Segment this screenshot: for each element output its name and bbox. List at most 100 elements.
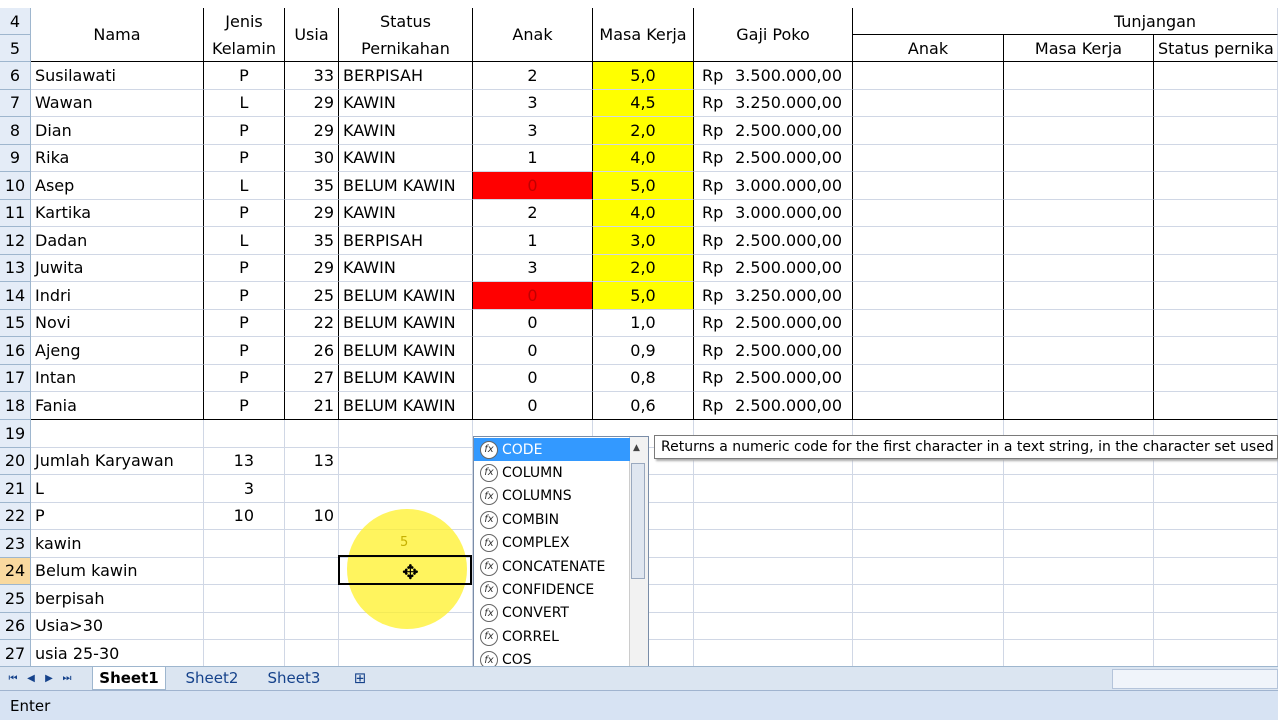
cell[interactable] — [853, 502, 1004, 530]
cell-masa-kerja[interactable]: 5,0 — [593, 172, 694, 200]
cell-usia[interactable]: 35 — [285, 172, 339, 200]
cell-summary-c[interactable] — [285, 585, 339, 613]
cell-nama[interactable]: Juwita — [31, 254, 204, 282]
cell[interactable] — [339, 640, 473, 668]
cell-tunjangan-status[interactable] — [1154, 337, 1278, 365]
cell[interactable] — [694, 640, 853, 668]
cell[interactable] — [694, 612, 853, 640]
cell[interactable] — [853, 612, 1004, 640]
cell-jenis-kelamin[interactable]: L — [204, 227, 285, 255]
cell-summary-label[interactable]: Usia>30 — [31, 612, 204, 640]
cell-jenis-kelamin[interactable]: P — [204, 199, 285, 227]
autocomplete-item[interactable]: fx CONFIDENCE — [474, 578, 630, 601]
cell-anak[interactable]: 2 — [473, 62, 593, 90]
cell-tunjangan-anak[interactable] — [853, 364, 1004, 392]
cell-summary-b[interactable]: 13 — [204, 447, 285, 475]
cell-jenis-kelamin[interactable]: P — [204, 144, 285, 172]
cell-usia[interactable]: 29 — [285, 254, 339, 282]
cell-usia[interactable]: 29 — [285, 117, 339, 145]
cell-nama[interactable]: Indri — [31, 282, 204, 310]
insert-sheet-icon[interactable]: ⊞ — [346, 667, 374, 689]
header-status-bottom[interactable]: Pernikahan — [339, 35, 473, 62]
cell-status[interactable]: BELUM KAWIN — [339, 392, 473, 420]
cell[interactable] — [694, 502, 853, 530]
row-header[interactable]: 10 — [0, 172, 31, 200]
cell-usia[interactable]: 21 — [285, 392, 339, 420]
cell-status[interactable]: BELUM KAWIN — [339, 282, 473, 310]
cell-usia[interactable]: 22 — [285, 309, 339, 337]
cell-nama[interactable]: Intan — [31, 364, 204, 392]
cell-masa-kerja[interactable]: 1,0 — [593, 309, 694, 337]
cell-anak[interactable]: 0 — [473, 337, 593, 365]
header-tunjangan-status[interactable]: Status pernika — [1154, 35, 1278, 62]
cell-summary-label[interactable]: Belum kawin — [31, 557, 204, 585]
autocomplete-item[interactable]: fx CONCATENATE — [474, 555, 630, 578]
cell-status[interactable]: KAWIN — [339, 199, 473, 227]
cell[interactable] — [853, 585, 1004, 613]
cell-tunjangan-status[interactable] — [1154, 199, 1278, 227]
row-header[interactable]: 8 — [0, 117, 31, 145]
cell-tunjangan-masa-kerja[interactable] — [1004, 282, 1154, 310]
horizontal-scrollbar[interactable] — [1112, 669, 1278, 689]
cell-nama[interactable]: Fania — [31, 392, 204, 420]
cell-tunjangan-masa-kerja[interactable] — [1004, 364, 1154, 392]
cell-tunjangan-status[interactable] — [1154, 172, 1278, 200]
autocomplete-item[interactable]: fx CODE — [474, 438, 630, 461]
cell-jenis-kelamin[interactable]: P — [204, 117, 285, 145]
cell-gaji[interactable]: Rp 3.000.000,00 — [694, 199, 853, 227]
row-header[interactable]: 11 — [0, 199, 31, 227]
cell-tunjangan-status[interactable] — [1154, 144, 1278, 172]
cell-masa-kerja[interactable]: 4,0 — [593, 144, 694, 172]
cell-summary-label[interactable] — [31, 420, 204, 448]
cell-nama[interactable]: Rika — [31, 144, 204, 172]
row-header[interactable]: 9 — [0, 144, 31, 172]
cell-jenis-kelamin[interactable]: P — [204, 282, 285, 310]
cell-anak[interactable]: 1 — [473, 227, 593, 255]
row-header[interactable]: 14 — [0, 282, 31, 310]
first-sheet-icon[interactable]: ⏮ — [6, 671, 20, 685]
cell-jenis-kelamin[interactable]: L — [204, 89, 285, 117]
cell-tunjangan-anak[interactable] — [853, 117, 1004, 145]
cell[interactable] — [1154, 475, 1278, 503]
header-status-top[interactable]: Status — [339, 8, 473, 35]
cell[interactable] — [1004, 640, 1154, 668]
cell-summary-label[interactable]: usia 25-30 — [31, 640, 204, 668]
cell-usia[interactable]: 30 — [285, 144, 339, 172]
last-sheet-icon[interactable]: ⏭ — [60, 671, 74, 685]
cell-nama[interactable]: Kartika — [31, 199, 204, 227]
cell-tunjangan-status[interactable] — [1154, 89, 1278, 117]
cell-jenis-kelamin[interactable]: P — [204, 309, 285, 337]
cell-summary-c[interactable] — [285, 420, 339, 448]
cell-tunjangan-masa-kerja[interactable] — [1004, 62, 1154, 90]
cell-masa-kerja[interactable]: 4,5 — [593, 89, 694, 117]
row-header[interactable]: 21 — [0, 475, 31, 503]
cell-masa-kerja[interactable]: 4,0 — [593, 199, 694, 227]
autocomplete-item[interactable]: fx CORREL — [474, 625, 630, 648]
row-header[interactable]: 16 — [0, 337, 31, 365]
cell-nama[interactable]: Wawan — [31, 89, 204, 117]
row-header[interactable]: 17 — [0, 364, 31, 392]
cell-anak[interactable]: 3 — [473, 89, 593, 117]
row-header[interactable]: 27 — [0, 640, 31, 668]
cell-jenis-kelamin[interactable]: P — [204, 254, 285, 282]
cell[interactable] — [694, 557, 853, 585]
cell-anak[interactable]: 0 — [473, 364, 593, 392]
autocomplete-item[interactable]: fx COMPLEX — [474, 532, 630, 555]
cell-tunjangan-masa-kerja[interactable] — [1004, 392, 1154, 420]
cell-jenis-kelamin[interactable]: P — [204, 62, 285, 90]
cell-masa-kerja[interactable]: 5,0 — [593, 282, 694, 310]
cell[interactable] — [853, 530, 1004, 558]
cell-usia[interactable]: 29 — [285, 199, 339, 227]
cell-tunjangan-masa-kerja[interactable] — [1004, 172, 1154, 200]
row-header[interactable]: 5 — [0, 35, 31, 62]
row-header[interactable]: 22 — [0, 502, 31, 530]
cell-anak[interactable]: 0 — [473, 392, 593, 420]
cell-masa-kerja[interactable]: 2,0 — [593, 254, 694, 282]
cell[interactable] — [1004, 475, 1154, 503]
cell-masa-kerja[interactable]: 5,0 — [593, 62, 694, 90]
cell-usia[interactable]: 26 — [285, 337, 339, 365]
cell-tunjangan-status[interactable] — [1154, 227, 1278, 255]
cell-gaji[interactable]: Rp 2.500.000,00 — [694, 117, 853, 145]
cell-anak[interactable]: 2 — [473, 199, 593, 227]
header-tunjangan-anak[interactable]: Anak — [853, 35, 1004, 62]
